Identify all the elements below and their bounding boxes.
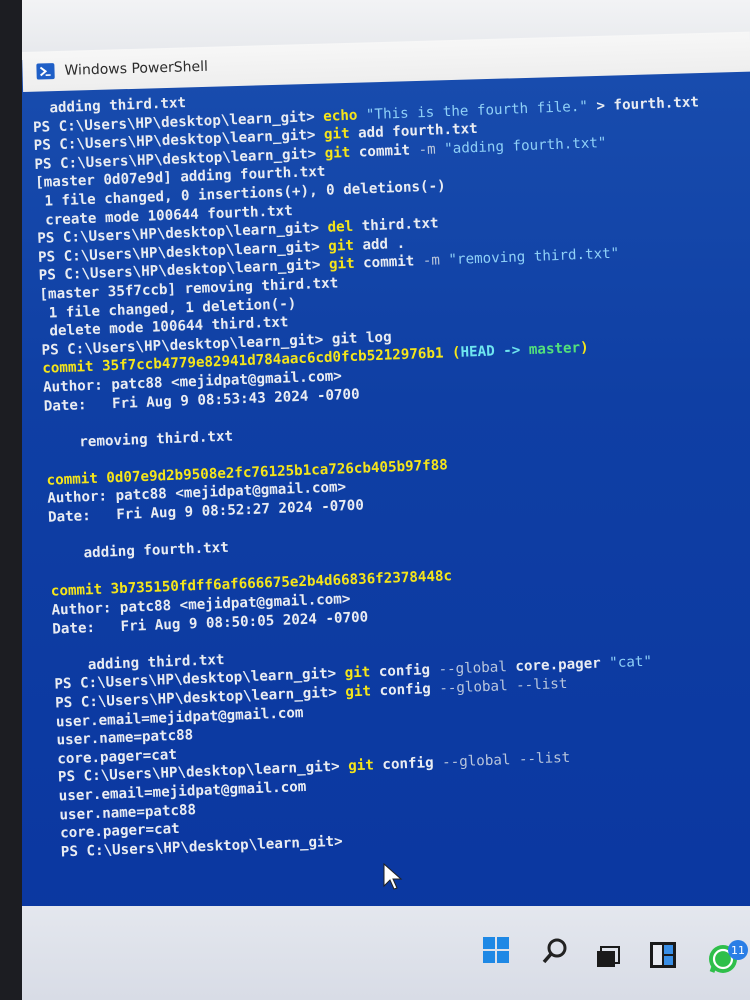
console-text: git (344, 664, 371, 682)
monitor-screen: Windows PowerShell adding third.txt PS C:… (22, 0, 750, 1000)
console-text: core.pager (506, 655, 610, 676)
console-text: HEAD -> (460, 342, 530, 362)
console-text: ) (579, 340, 589, 357)
console-text: master (528, 340, 581, 359)
task-view-icon[interactable] (594, 944, 622, 970)
console-text: config (369, 662, 439, 681)
console-text: del (327, 218, 354, 236)
file-explorer-icon[interactable] (648, 940, 678, 970)
console-text: git (347, 757, 375, 775)
console-text: config (370, 680, 440, 700)
taskbar: 11 (22, 906, 750, 1000)
console-text: git (328, 256, 355, 274)
console-text: commit (349, 141, 419, 161)
console-text: --global --list (438, 675, 568, 697)
console-text: --global (438, 659, 508, 679)
console-text: --global --list (441, 750, 571, 772)
console-text: commit (354, 253, 424, 273)
console-text: third.txt (352, 215, 439, 235)
search-icon[interactable] (540, 936, 570, 966)
console-text: git (324, 144, 351, 162)
console-text: git (327, 237, 355, 255)
console-text: config (373, 755, 443, 774)
console-text: git (323, 126, 350, 143)
console-text: add . (353, 235, 406, 254)
mouse-pointer-icon (383, 862, 403, 890)
notification-badge: 11 (728, 940, 748, 960)
console-text: -m (422, 252, 441, 270)
console-text: "cat" (608, 654, 653, 672)
console-text: -m (418, 141, 436, 158)
console-text: > fourth.txt (587, 94, 700, 115)
console-output[interactable]: adding third.txt PS C:\Users\HP\desktop\l… (32, 72, 750, 899)
window-title: Windows PowerShell (64, 58, 209, 79)
console-text: echo (322, 106, 367, 125)
powershell-icon (36, 63, 55, 80)
windows-start-icon[interactable] (482, 936, 510, 964)
console-text: git (345, 683, 372, 701)
